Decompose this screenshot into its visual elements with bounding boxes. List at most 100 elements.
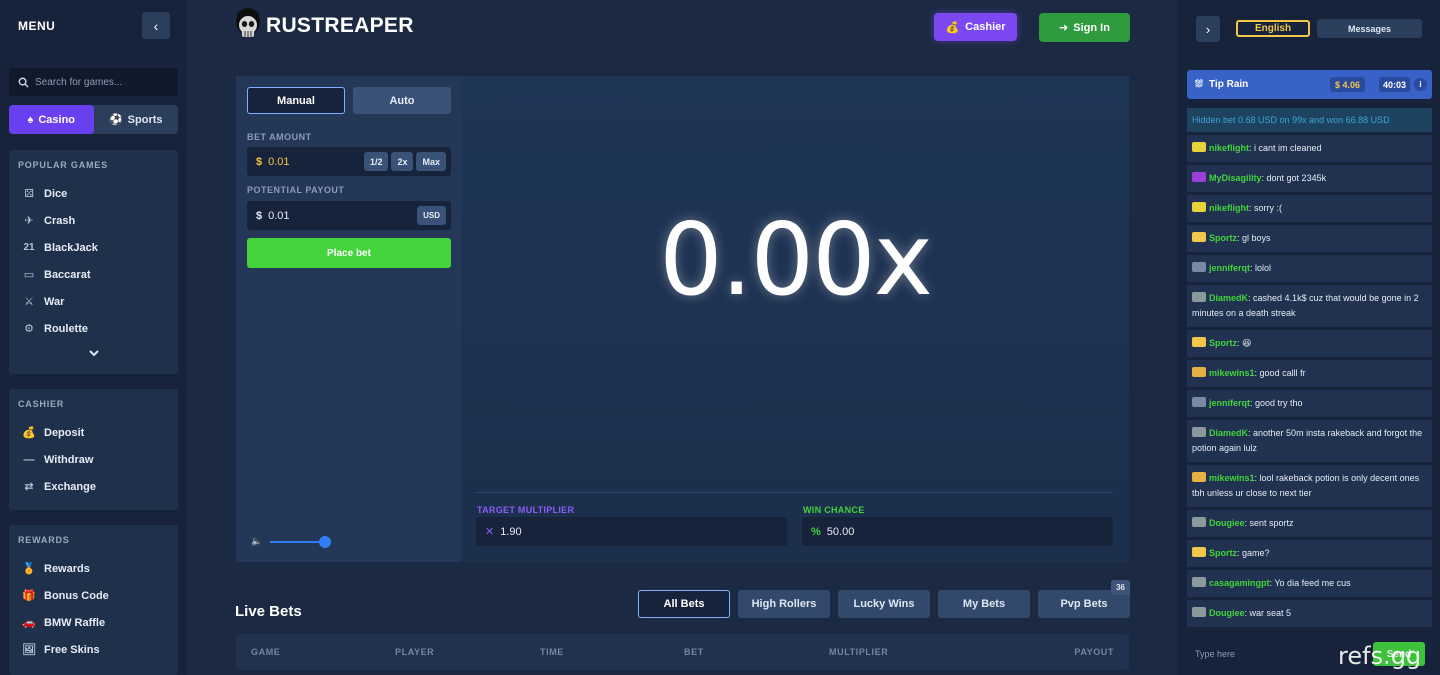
info-icon[interactable]: i: [1414, 78, 1427, 91]
chat-username[interactable]: mikewins1: [1209, 473, 1255, 483]
sidebar-item-dice[interactable]: ⚄ Dice: [9, 180, 178, 207]
tab-all-bets[interactable]: All Bets: [638, 590, 730, 618]
chat-username[interactable]: mikewins1: [1209, 368, 1255, 378]
chat-username[interactable]: Sportz: [1209, 548, 1237, 558]
chat-username[interactable]: DiamedK: [1209, 428, 1248, 438]
sidebar-item-roulette[interactable]: ⚙ Roulette: [9, 315, 178, 342]
sidebar-item-crash[interactable]: ✈ Crash: [9, 207, 178, 234]
stage-divider: [476, 492, 1113, 493]
sports-tab[interactable]: ⚽ Sports: [94, 105, 179, 134]
user-avatar-icon[interactable]: [1192, 142, 1206, 152]
user-avatar-icon[interactable]: [1192, 517, 1206, 527]
show-more-button[interactable]: [9, 342, 178, 364]
chat-username[interactable]: Dougiee: [1209, 608, 1245, 618]
chat-username[interactable]: nikeflight: [1209, 203, 1249, 213]
user-avatar-icon[interactable]: [1192, 232, 1206, 242]
live-bets-title: Live Bets: [235, 603, 302, 620]
collapse-sidebar-button[interactable]: ‹: [142, 12, 170, 39]
chat-message: mikewins1: lool rakeback potion is only …: [1187, 465, 1432, 507]
search-box[interactable]: [9, 68, 178, 96]
user-avatar-icon[interactable]: [1192, 472, 1206, 482]
volume-slider-handle[interactable]: [319, 535, 332, 548]
chat-username[interactable]: jenniferqt: [1209, 263, 1250, 273]
popular-games-panel: POPULAR GAMES ⚄ Dice ✈ Crash 21 BlackJack ▭…: [9, 150, 178, 374]
casino-tab[interactable]: ♠ Casino: [9, 105, 94, 134]
sidebar-item-baccarat[interactable]: ▭ Baccarat: [9, 261, 178, 288]
skins-icon: 🖼: [22, 644, 36, 656]
sidebar-item-war[interactable]: ⚔ War: [9, 288, 178, 315]
max-button[interactable]: Max: [416, 152, 446, 171]
chat-text: Yo dia feed me cus: [1274, 578, 1351, 588]
rewards-title: REWARDS: [18, 535, 70, 545]
bet-controls: Manual Auto BET AMOUNT $ 0.01 1/2 2x Max…: [236, 76, 461, 562]
user-avatar-icon[interactable]: [1192, 172, 1206, 182]
sidebar-item-exchange[interactable]: ⇄ Exchange: [9, 473, 178, 500]
user-avatar-icon[interactable]: [1192, 292, 1206, 302]
chat-username[interactable]: casagamingpt: [1209, 578, 1270, 588]
tab-auto[interactable]: Auto: [353, 87, 451, 114]
cashier-title: CASHIER: [18, 399, 65, 409]
chevron-right-icon: ›: [1205, 21, 1211, 37]
chevron-down-icon: [88, 349, 99, 356]
sidebar-item-free-skins[interactable]: 🖼 Free Skins: [9, 636, 178, 663]
chat-username[interactable]: DiamedK: [1209, 293, 1248, 303]
cashier-button[interactable]: 💰 Cashier: [934, 13, 1017, 41]
user-avatar-icon[interactable]: [1192, 337, 1206, 347]
tip-rain-bar[interactable]: ⛆ Tip Rain $ 4.06 40:03 i: [1187, 70, 1432, 99]
rewards-panel: REWARDS 🏅 Rewards 🎁 Bonus Code 🚗 BMW Raffle…: [9, 525, 178, 675]
site-logo[interactable]: RUSTREAPER: [234, 8, 414, 44]
sidebar-item-withdraw[interactable]: — Withdraw: [9, 446, 178, 473]
sidebar-item-deposit[interactable]: 💰 Deposit: [9, 419, 178, 446]
tab-my-bets[interactable]: My Bets: [938, 590, 1030, 618]
search-icon: [18, 77, 29, 88]
messages-button[interactable]: Messages: [1317, 19, 1422, 38]
sign-in-button[interactable]: ➜ Sign In: [1039, 13, 1130, 42]
user-avatar-icon[interactable]: [1192, 367, 1206, 377]
user-avatar-icon[interactable]: [1192, 397, 1206, 407]
tab-manual[interactable]: Manual: [247, 87, 345, 114]
speaker-icon[interactable]: 🔈: [251, 536, 262, 547]
chat-input[interactable]: [1195, 649, 1345, 659]
bet-amount-field[interactable]: $ 0.01 1/2 2x Max: [247, 147, 451, 176]
sidebar-item-rewards[interactable]: 🏅 Rewards: [9, 555, 178, 582]
sidebar-item-blackjack[interactable]: 21 BlackJack: [9, 234, 178, 261]
user-avatar-icon[interactable]: [1192, 607, 1206, 617]
chat-username[interactable]: nikeflight: [1209, 143, 1249, 153]
left-sidebar: MENU ‹ ♠ Casino ⚽ Sports POPULAR GAMES ⚄ Di…: [0, 0, 187, 675]
chat-username[interactable]: jenniferqt: [1209, 398, 1250, 408]
collapse-chat-button[interactable]: ›: [1196, 16, 1220, 42]
chat-text: 😆: [1242, 338, 1252, 348]
tab-lucky-wins[interactable]: Lucky Wins: [838, 590, 930, 618]
user-avatar-icon[interactable]: [1192, 262, 1206, 272]
language-selector[interactable]: English: [1236, 20, 1310, 37]
sidebar-item-bmw-raffle[interactable]: 🚗 BMW Raffle: [9, 609, 178, 636]
chat-username[interactable]: Dougiee: [1209, 518, 1245, 528]
win-chance-field[interactable]: % 50.00: [802, 517, 1113, 546]
half-button[interactable]: 1/2: [363, 152, 389, 171]
tab-pvp-bets[interactable]: Pvp Bets 36: [1038, 580, 1130, 618]
sidebar-item-bonus-code[interactable]: 🎁 Bonus Code: [9, 582, 178, 609]
sign-in-label: Sign In: [1073, 21, 1110, 34]
bet-amount-label: BET AMOUNT: [247, 132, 312, 142]
war-icon: ⚔: [24, 296, 34, 308]
tab-label: Lucky Wins: [853, 598, 915, 610]
live-bets-tabs: All Bets High Rollers Lucky Wins My Bets…: [638, 580, 1130, 618]
volume-slider[interactable]: [270, 535, 332, 548]
user-avatar-icon[interactable]: [1192, 202, 1206, 212]
target-multiplier-field[interactable]: ✕ 1.90: [476, 517, 787, 546]
percent-icon: %: [811, 525, 821, 538]
place-bet-button[interactable]: Place bet: [247, 238, 451, 268]
chat-username[interactable]: Sportz: [1209, 338, 1237, 348]
win-chance-value: 50.00: [826, 525, 855, 538]
tab-high-rollers[interactable]: High Rollers: [738, 590, 830, 618]
chat-username[interactable]: Sportz: [1209, 233, 1237, 243]
chat-message: nikeflight: i cant im cleaned: [1187, 135, 1432, 162]
chat-username[interactable]: MyDisagility: [1209, 173, 1262, 183]
user-avatar-icon[interactable]: [1192, 547, 1206, 557]
user-avatar-icon[interactable]: [1192, 427, 1206, 437]
double-button[interactable]: 2x: [391, 152, 414, 171]
search-input[interactable]: [35, 76, 165, 88]
column-header-player: PLAYER: [395, 647, 435, 657]
user-avatar-icon[interactable]: [1192, 577, 1206, 587]
chat-message: MyDisagility: dont got 2345k: [1187, 165, 1432, 192]
